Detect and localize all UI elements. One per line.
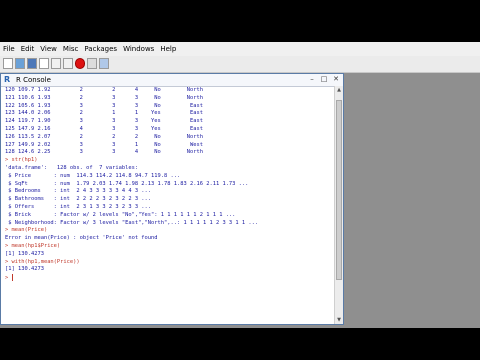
copy-icon[interactable]: [39, 58, 49, 69]
console-output-line: $ SqFt : num 1.79 2.03 1.74 1.98 2.13 1.…: [5, 180, 249, 187]
menu-windows[interactable]: Windows: [120, 42, 157, 56]
print-icon[interactable]: [87, 58, 97, 69]
console-command-line: > mean(hp1$Price): [5, 242, 61, 249]
maximize-icon[interactable]: □: [319, 75, 329, 84]
console-output-line: $ Bedrooms : int 2 4 3 3 3 3 3 4 4 3 ...: [5, 188, 152, 195]
menu-help[interactable]: Help: [157, 42, 179, 56]
r-console-window[interactable]: R R Console – □ ✕ 120 109.7 1.92 2 2 4 N…: [0, 73, 344, 325]
open-script-icon[interactable]: [3, 58, 13, 69]
toolbar: [0, 56, 480, 73]
vertical-scrollbar[interactable]: ▲ ▼: [334, 86, 343, 324]
console-output-line: 'data.frame': 128 obs. of 7 variables:: [5, 164, 139, 171]
close-icon[interactable]: ✕: [331, 75, 341, 84]
stop-icon[interactable]: [75, 58, 85, 69]
console-command-line: > with(hp1,mean(Price)): [5, 258, 80, 265]
menu-file[interactable]: File: [0, 42, 18, 56]
console-output-line: $ Price : num 114.3 114.2 114.8 94.7 119…: [5, 172, 181, 179]
copy-paste-icon[interactable]: [63, 58, 73, 69]
scroll-up-icon[interactable]: ▲: [335, 86, 343, 94]
menu-misc[interactable]: Misc: [60, 42, 81, 56]
r-gui-window: File Edit View Misc Packages Windows Help R R …: [0, 42, 480, 328]
console-output-line: 126 113.5 2.07 2 2 2 No North: [5, 133, 203, 140]
console-command-line: > str(hp1): [5, 157, 38, 164]
r-logo-icon: R: [4, 75, 11, 84]
video-frame: File Edit View Misc Packages Windows Help R R …: [0, 0, 480, 360]
console-output-line: $ Neighborhood: Factor w/ 3 levels "East…: [5, 219, 259, 226]
menu-view[interactable]: View: [37, 42, 60, 56]
console-command-line: > mean(Price): [5, 227, 48, 234]
console-output-line: Error in mean(Price) : object 'Price' no…: [5, 235, 158, 242]
console-output-line: 128 124.6 2.25 3 3 4 No North: [5, 149, 203, 156]
console-output-line: $ Bathrooms : int 2 2 2 2 3 2 3 2 2 3 ..…: [5, 196, 152, 203]
console-output-line: $ Offers : int 2 3 1 3 3 2 3 2 3 3 ...: [5, 203, 152, 210]
console-output-line: [1] 130.4273: [5, 266, 44, 273]
console-output-line: 121 110.6 1.93 2 3 3 No North: [5, 94, 203, 101]
console-title: R Console: [16, 76, 51, 84]
scrollbar-thumb[interactable]: [336, 100, 342, 280]
console-output[interactable]: 120 109.7 1.92 2 2 4 No North 121 110.6 1…: [5, 87, 335, 323]
console-output-line: 124 119.7 1.90 3 3 3 Yes East: [5, 118, 203, 125]
menu-edit[interactable]: Edit: [18, 42, 38, 56]
menu-bar: File Edit View Misc Packages Windows Help: [0, 42, 480, 56]
letterbox-bottom: [0, 328, 480, 360]
menu-packages[interactable]: Packages: [81, 42, 120, 56]
console-output-line: 120 109.7 1.92 2 2 4 No North: [5, 87, 203, 93]
console-titlebar[interactable]: R R Console – □ ✕: [1, 74, 343, 87]
minimize-icon[interactable]: –: [307, 75, 317, 84]
paste-icon[interactable]: [51, 58, 61, 69]
help-icon[interactable]: [99, 58, 109, 69]
console-output-line: 127 149.9 2.02 3 3 1 No West: [5, 141, 203, 148]
console-output-line: [1] 130.4273: [5, 250, 44, 257]
console-output-line: 125 147.9 2.16 4 3 3 Yes East: [5, 125, 203, 132]
console-output-line: 122 105.6 1.93 3 3 3 No East: [5, 102, 203, 109]
scroll-down-icon[interactable]: ▼: [335, 316, 343, 324]
save-workspace-icon[interactable]: [27, 58, 37, 69]
text-cursor: [11, 274, 13, 282]
load-workspace-icon[interactable]: [15, 58, 25, 69]
console-prompt-line[interactable]: >: [5, 274, 335, 283]
letterbox-top: [0, 0, 480, 42]
mdi-workspace: R R Console – □ ✕ 120 109.7 1.92 2 2 4 N…: [0, 73, 480, 328]
console-output-line: 123 144.0 2.06 2 1 1 Yes East: [5, 110, 203, 117]
console-output-line: $ Brick : Factor w/ 2 levels "No","Yes":…: [5, 211, 236, 218]
